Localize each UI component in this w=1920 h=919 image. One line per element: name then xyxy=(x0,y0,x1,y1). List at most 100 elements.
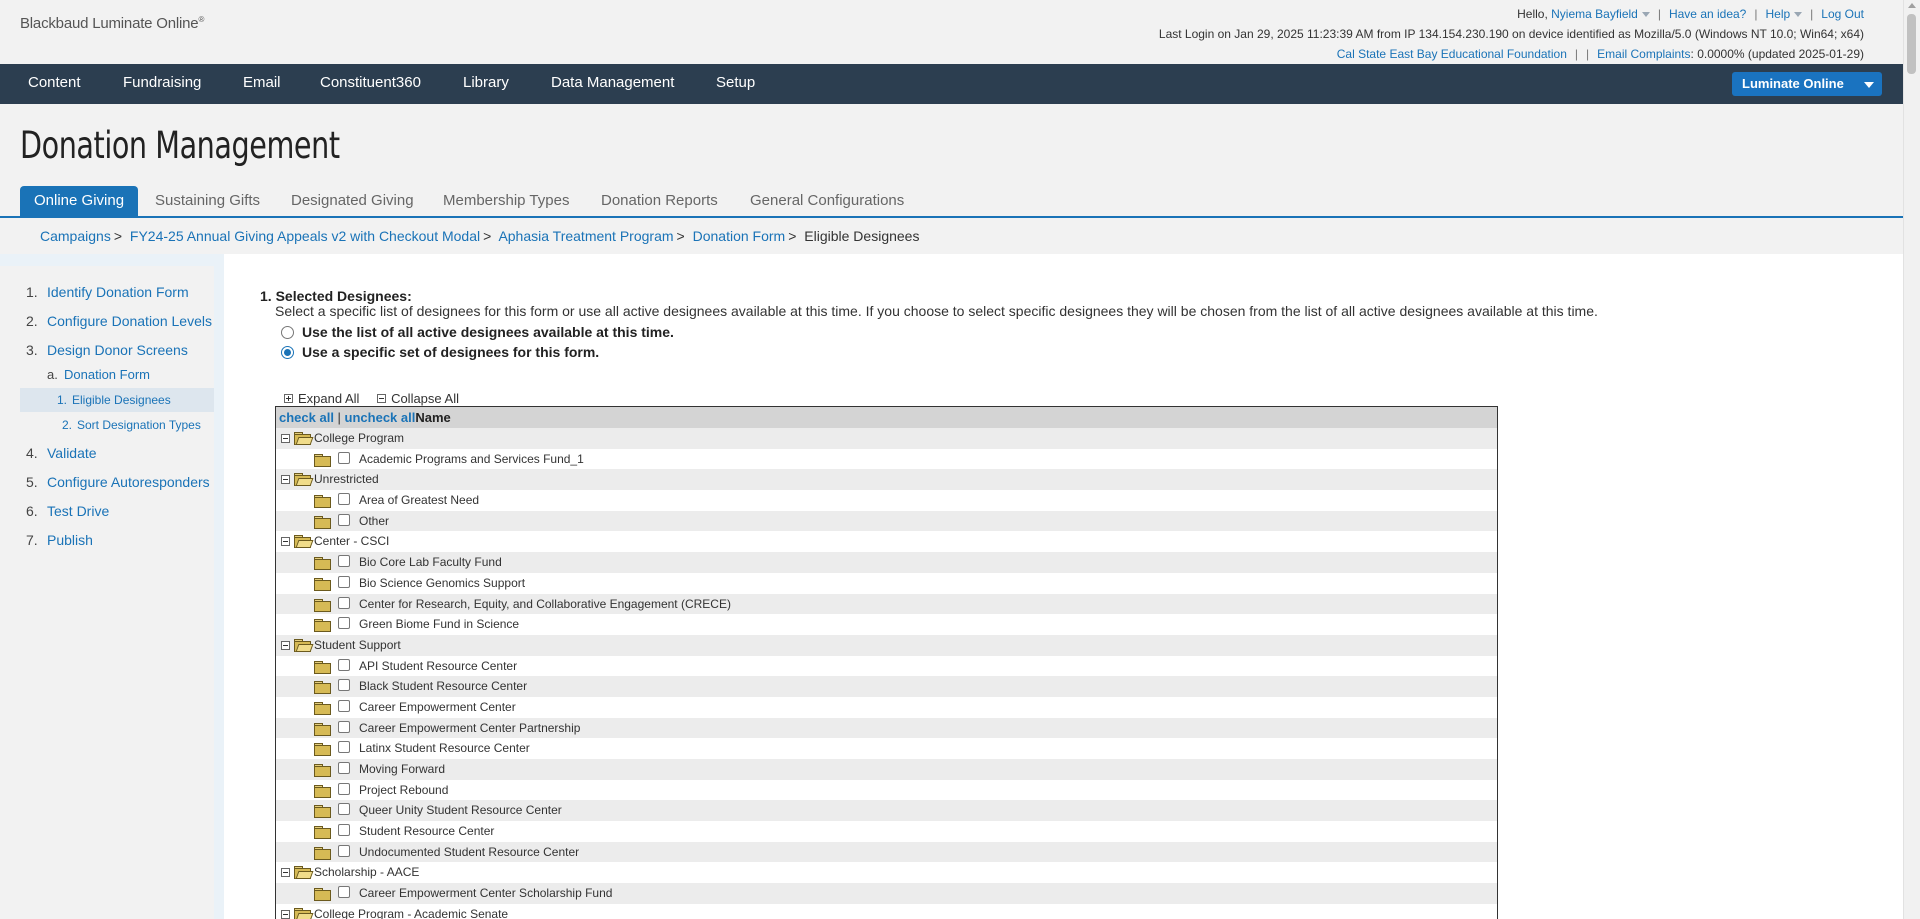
breadcrumb-campaign[interactable]: FY24-25 Annual Giving Appeals v2 with Ch… xyxy=(130,228,480,244)
step-design-donor-screens[interactable]: 3. Design Donor Screens xyxy=(20,338,214,362)
designee-checkbox[interactable] xyxy=(338,762,350,774)
designee-checkbox[interactable] xyxy=(338,803,350,816)
option-all-designees[interactable]: Use the list of all active designees ava… xyxy=(281,324,674,340)
designee-checkbox[interactable] xyxy=(338,844,350,857)
designee-label: Bio Science Genomics Support xyxy=(359,575,526,590)
breadcrumb-campaigns[interactable]: Campaigns xyxy=(40,228,111,244)
folder-icon xyxy=(314,598,331,612)
designee-label: Latinx Student Resource Center xyxy=(359,741,530,756)
designee-checkbox[interactable] xyxy=(338,699,350,712)
designee-label: Green Biome Fund in Science xyxy=(359,617,520,632)
designee-label: Other xyxy=(359,513,390,528)
scroll-up-icon[interactable] xyxy=(1908,3,1916,8)
designee-checkbox[interactable] xyxy=(338,679,350,692)
step-sort-designation-types[interactable]: 2. Sort Designation Types xyxy=(20,413,214,437)
option-specific-designees[interactable]: Use a specific set of designees for this… xyxy=(281,344,599,360)
radio-all-designees[interactable] xyxy=(281,326,294,339)
designee-label: Project Rebound xyxy=(359,782,449,797)
folder-icon xyxy=(314,515,331,529)
collapse-toggle-icon[interactable] xyxy=(281,868,290,878)
nav-constituent360[interactable]: Constituent360 xyxy=(320,64,421,104)
tab-donation-reports[interactable]: Donation Reports xyxy=(601,186,718,218)
designee-checkbox[interactable] xyxy=(338,513,350,526)
luminate-online-button[interactable]: Luminate Online xyxy=(1732,72,1882,96)
designee-label: Queer Unity Student Resource Center xyxy=(359,803,562,818)
designee-label: Area of Greatest Need xyxy=(359,493,480,508)
designee-checkbox[interactable] xyxy=(338,782,350,795)
nav-fundraising[interactable]: Fundraising xyxy=(123,64,201,104)
breadcrumb-program[interactable]: Aphasia Treatment Program xyxy=(498,228,673,244)
step-validate[interactable]: 4. Validate xyxy=(20,441,214,465)
step-configure-donation-levels[interactable]: 2. Configure Donation Levels xyxy=(20,309,214,333)
tab-online-giving[interactable]: Online Giving xyxy=(20,186,139,218)
designee-checkbox[interactable] xyxy=(338,596,350,609)
designee-checkbox[interactable] xyxy=(338,824,350,837)
have-an-idea-link[interactable]: Have an idea? xyxy=(1669,7,1746,21)
tab-sustaining-gifts[interactable]: Sustaining Gifts xyxy=(155,186,260,218)
tree-group-label: College Program - Academic Senate xyxy=(314,906,509,919)
designee-checkbox[interactable] xyxy=(338,658,350,671)
designee-checkbox[interactable] xyxy=(338,493,350,506)
collapse-toggle-icon[interactable] xyxy=(281,537,290,547)
folder-icon xyxy=(314,577,331,591)
user-info: Hello, Nyiema Bayfield | Have an idea? | Hel… xyxy=(1159,4,1864,64)
step-donation-form[interactable]: a. Donation Form xyxy=(20,363,214,387)
step-eligible-designees[interactable]: 1. Eligible Designees xyxy=(20,388,214,412)
plus-box-icon xyxy=(284,394,293,403)
step-identify-donation-form[interactable]: 1. Identify Donation Form xyxy=(20,280,214,304)
email-complaints-link[interactable]: Email Complaints xyxy=(1597,47,1690,61)
nav-email[interactable]: Email xyxy=(243,64,281,104)
designee-checkbox[interactable] xyxy=(338,886,350,899)
open-folder-icon xyxy=(294,535,314,549)
radio-specific-designees[interactable] xyxy=(281,346,294,359)
scrollbar-thumb[interactable] xyxy=(1907,14,1916,74)
step-test-drive[interactable]: 6. Test Drive xyxy=(20,499,214,523)
open-folder-icon xyxy=(294,907,314,919)
nav-content[interactable]: Content xyxy=(28,64,81,104)
collapse-toggle-icon[interactable] xyxy=(281,475,290,485)
expand-all-button[interactable]: Expand All xyxy=(284,391,359,406)
designee-label: Bio Core Lab Faculty Fund xyxy=(359,555,502,570)
designee-checkbox[interactable] xyxy=(338,555,350,568)
tree-group-label: Student Support xyxy=(314,637,401,652)
tab-general-configurations[interactable]: General Configurations xyxy=(750,186,904,218)
nav-data-management[interactable]: Data Management xyxy=(551,64,674,104)
collapse-toggle-icon[interactable] xyxy=(281,640,290,650)
tree-item-row: Green Biome Fund in Science xyxy=(276,614,1497,635)
breadcrumb-donation-form[interactable]: Donation Form xyxy=(693,228,786,244)
user-menu-link[interactable]: Nyiema Bayfield xyxy=(1551,7,1650,21)
last-login-text: Last Login on Jan 29, 2025 11:23:39 AM f… xyxy=(1158,27,1864,41)
user-links: Hello, Nyiema Bayfield | Have an idea? | Hel… xyxy=(1517,7,1864,21)
tab-designated-giving[interactable]: Designated Giving xyxy=(291,186,414,218)
designee-label: Center for Research, Equity, and Collabo… xyxy=(359,596,731,611)
designee-label: Student Resource Center xyxy=(359,824,495,839)
help-menu-link[interactable]: Help xyxy=(1765,7,1803,21)
tree-item-row: API Student Resource Center xyxy=(276,656,1497,677)
designee-checkbox[interactable] xyxy=(338,720,350,733)
folder-icon xyxy=(314,722,331,736)
nav-library[interactable]: Library xyxy=(463,64,509,104)
designee-label: Career Empowerment Center Partnership xyxy=(359,720,581,735)
check-all-link[interactable]: check all xyxy=(279,410,334,425)
tab-membership-types[interactable]: Membership Types xyxy=(443,186,569,218)
org-link[interactable]: Cal State East Bay Educational Foundatio… xyxy=(1337,47,1567,61)
step-configure-autoresponders[interactable]: 5. Configure Autoresponders xyxy=(20,470,214,494)
designee-checkbox[interactable] xyxy=(338,617,350,630)
designee-checkbox[interactable] xyxy=(338,575,350,588)
collapse-toggle-icon[interactable] xyxy=(281,909,290,919)
folder-icon xyxy=(314,805,331,819)
breadcrumb: Campaigns > FY24-25 Annual Giving Appeals… xyxy=(40,228,920,244)
section-description: Select a specific list of designees for … xyxy=(275,303,1598,319)
page-scrollbar[interactable] xyxy=(1903,0,1920,919)
logout-link[interactable]: Log Out xyxy=(1821,7,1864,21)
open-folder-icon xyxy=(294,638,314,652)
collapse-toggle-icon[interactable] xyxy=(281,434,290,443)
step-publish[interactable]: 7. Publish xyxy=(20,528,214,552)
uncheck-all-link[interactable]: uncheck all xyxy=(345,410,416,425)
collapse-all-button[interactable]: Collapse All xyxy=(377,391,459,406)
designee-checkbox[interactable] xyxy=(338,741,350,754)
folder-icon xyxy=(314,495,331,509)
chevron-down-icon xyxy=(1864,82,1874,88)
designee-checkbox[interactable] xyxy=(338,451,350,464)
nav-setup[interactable]: Setup xyxy=(716,64,755,104)
